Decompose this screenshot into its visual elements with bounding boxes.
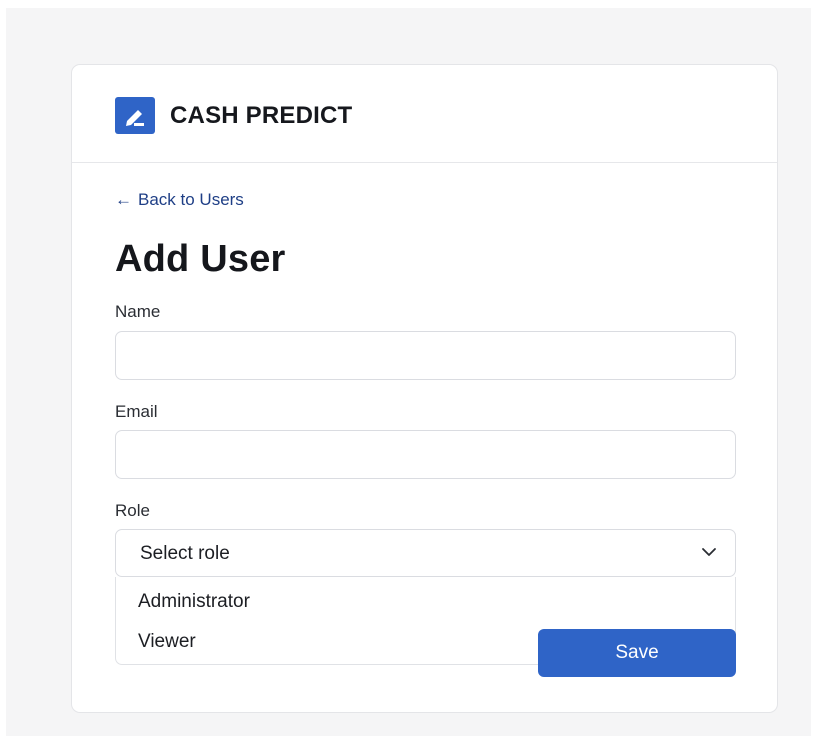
role-option-viewer[interactable]: Viewer <box>138 631 196 653</box>
role-option-administrator[interactable]: Administrator <box>138 591 250 613</box>
pencil-square-icon <box>115 97 155 134</box>
chevron-down-icon <box>702 548 716 556</box>
role-select[interactable]: Select role <box>115 529 736 577</box>
page-title: Add User <box>115 238 286 280</box>
arrow-left-icon: ← <box>115 190 132 209</box>
email-input[interactable] <box>115 430 736 479</box>
email-label: Email <box>115 402 158 421</box>
page-background: CASH PREDICT ← Back to Users Add User Na… <box>6 8 811 736</box>
back-to-users-link[interactable]: ← Back to Users <box>115 189 244 211</box>
name-label: Name <box>115 302 161 321</box>
card-header: CASH PREDICT <box>72 65 777 163</box>
save-button[interactable]: Save <box>538 629 736 677</box>
add-user-card: CASH PREDICT ← Back to Users Add User Na… <box>71 64 778 713</box>
role-select-value: Select role <box>140 543 230 564</box>
back-link-label: Back to Users <box>138 190 244 209</box>
role-label: Role <box>115 501 150 520</box>
name-input[interactable] <box>115 331 736 380</box>
brand-name: CASH PREDICT <box>170 102 353 129</box>
